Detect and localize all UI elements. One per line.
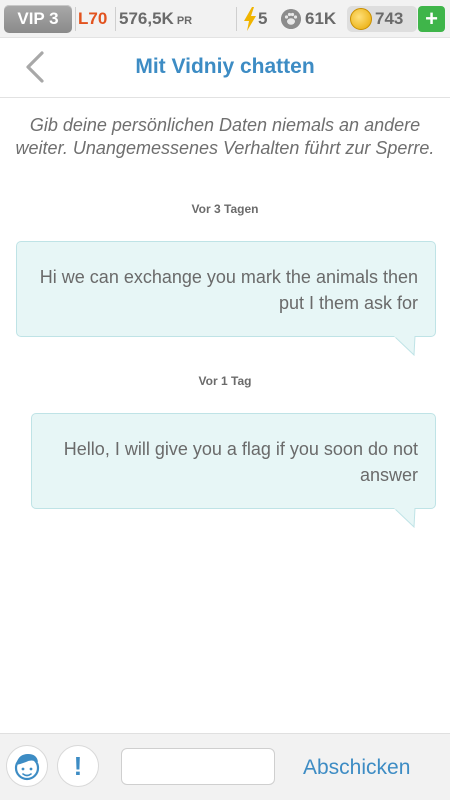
lightning-icon <box>244 7 256 31</box>
message-input[interactable] <box>121 748 275 785</box>
message-timestamp: Vor 1 Tag <box>198 374 252 388</box>
composer-bar: ! Abschicken <box>0 733 450 800</box>
message-text: Hello, I will give you a flag if you soo… <box>63 439 418 485</box>
paw-icon <box>281 9 301 29</box>
message-text: Hi we can exchange you mark the animals … <box>39 267 418 313</box>
avatar-icon <box>14 754 40 781</box>
paw-count: 61K <box>305 9 337 28</box>
divider <box>236 7 237 31</box>
send-button[interactable]: Abschicken <box>303 756 410 780</box>
chat-message: Hello, I will give you a flag if you soo… <box>31 413 436 509</box>
player-level: L70 <box>78 9 108 28</box>
divider <box>115 7 116 31</box>
chat-header: Mit Vidniy chatten <box>0 38 450 98</box>
privacy-notice: Gib deine persönlichen Daten niemals an … <box>15 115 435 158</box>
bubble-tail <box>393 336 416 356</box>
bubble-tail <box>393 508 416 528</box>
coin-icon <box>350 8 372 30</box>
divider <box>75 7 76 31</box>
add-coins-button[interactable]: + <box>418 6 445 32</box>
power-rating: 576,5K PR <box>119 9 192 29</box>
report-button[interactable]: ! <box>57 745 99 787</box>
status-bar: VIP 3 L70 576,5K PR 5 61K 743 + <box>0 0 450 38</box>
page-title: Mit Vidniy chatten <box>135 55 315 78</box>
coin-count: 743 <box>375 9 404 28</box>
vip-badge[interactable]: VIP 3 <box>4 5 72 33</box>
power-value: 576,5K <box>119 9 174 28</box>
profile-button[interactable] <box>6 745 48 787</box>
power-unit: PR <box>176 15 193 27</box>
exclamation-icon: ! <box>73 751 83 781</box>
message-timestamp: Vor 3 Tagen <box>191 202 259 216</box>
energy-count: 5 <box>258 9 268 28</box>
chat-message: Hi we can exchange you mark the animals … <box>16 241 436 337</box>
